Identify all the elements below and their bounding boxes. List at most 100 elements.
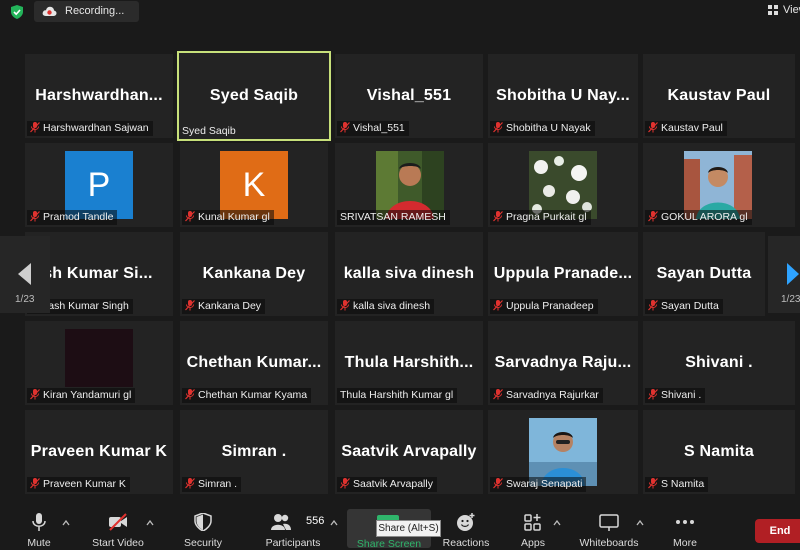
participant-name: Pragna Purkait gl xyxy=(506,211,587,223)
participant-name-label: Chethan Kumar Kyama xyxy=(182,388,312,403)
participant-name-label: Syed Saqib xyxy=(179,124,240,139)
participant-display-name: Uppula Pranade... xyxy=(493,265,633,282)
participant-tile[interactable]: Thula Harshith... Thula Harshith Kumar g… xyxy=(335,321,483,405)
participants-options-caret-icon[interactable] xyxy=(330,520,338,526)
participant-name-label: kalla siva dinesh xyxy=(337,299,435,314)
participant-tile[interactable]: K Kunal Kumar gl xyxy=(180,143,328,227)
participant-name: Saatvik Arvapally xyxy=(353,478,433,490)
avatar: P xyxy=(65,151,133,219)
participants-icon xyxy=(271,514,291,530)
profile-photo xyxy=(529,151,597,219)
end-meeting-button[interactable]: End xyxy=(755,519,800,543)
mic-muted-icon xyxy=(185,300,195,311)
security-shield-icon xyxy=(194,513,212,531)
mic-muted-icon xyxy=(648,478,658,489)
mic-muted-icon xyxy=(185,478,195,489)
participant-name: SRIVATSAN RAMESH xyxy=(340,211,446,223)
mute-options-caret-icon[interactable] xyxy=(62,520,70,526)
apps-label: Apps xyxy=(521,537,545,549)
participant-name-label: Kunal Kumar gl xyxy=(182,210,274,225)
participant-gallery: Harshwardhan... Harshwardhan Sajwan Syed… xyxy=(0,0,800,500)
participant-display-name: Shobitha U Nay... xyxy=(496,87,630,104)
security-button[interactable]: Security xyxy=(180,504,226,549)
participant-name-label: Shivani . xyxy=(645,388,706,403)
page-indicator-right: 1/23 xyxy=(781,294,800,305)
participant-tile[interactable]: Praveen Kumar K Praveen Kumar K xyxy=(25,410,173,494)
mute-button[interactable]: Mute xyxy=(18,504,60,549)
participant-tile[interactable]: Sayan Dutta Sayan Dutta xyxy=(643,232,765,316)
participant-tile[interactable]: Uppula Pranade... Uppula Pranadeep xyxy=(488,232,638,316)
mute-label: Mute xyxy=(27,537,51,549)
apps-options-caret-icon[interactable] xyxy=(553,520,561,526)
participant-display-name: Shivani . xyxy=(685,354,753,371)
mic-muted-icon xyxy=(493,389,503,400)
participant-tile[interactable]: Shobitha U Nay... Shobitha U Nayak xyxy=(488,54,638,138)
apps-icon xyxy=(524,514,541,531)
participant-tile[interactable]: Swaraj Senapati xyxy=(488,410,638,494)
apps-button[interactable]: Apps xyxy=(515,504,551,549)
participant-display-name: Saatvik Arvapally xyxy=(341,443,477,460)
participant-display-name: Simran . xyxy=(221,443,287,460)
mic-muted-icon xyxy=(185,211,195,222)
more-button[interactable]: More xyxy=(667,504,703,549)
mic-muted-icon xyxy=(30,389,40,400)
mic-muted-icon xyxy=(648,122,658,133)
more-dots-icon xyxy=(676,520,694,524)
participant-tile[interactable]: Shivani . Shivani . xyxy=(643,321,795,405)
video-camera-off-icon xyxy=(109,513,127,531)
participant-tile[interactable]: Kiran Yandamuri gl xyxy=(25,321,173,405)
participant-name-label: Shobitha U Nayak xyxy=(490,121,595,136)
video-options-caret-icon[interactable] xyxy=(146,520,154,526)
mic-muted-icon xyxy=(493,300,503,311)
participant-display-name: Sayan Dutta xyxy=(656,265,752,282)
participant-tile[interactable]: Vishal_551 Vishal_551 xyxy=(335,54,483,138)
participant-name-label: Pragna Purkait gl xyxy=(490,210,591,225)
profile-photo xyxy=(376,151,444,219)
participant-tile[interactable]: Sarvadnya Raju... Sarvadnya Rajurkar xyxy=(488,321,638,405)
participant-tile[interactable]: Kankana Dey Kankana Dey xyxy=(180,232,328,316)
whiteboards-button[interactable]: Whiteboards xyxy=(576,504,642,549)
participant-name-label: Kaustav Paul xyxy=(645,121,727,136)
participant-name: Shivani . xyxy=(661,389,702,401)
mic-muted-icon xyxy=(493,478,503,489)
mic-muted-icon xyxy=(340,122,350,133)
participant-name: Pramod Tandle xyxy=(43,211,114,223)
mic-muted-icon xyxy=(648,211,658,222)
participant-name-label: Saatvik Arvapally xyxy=(337,477,437,492)
avatar: K xyxy=(220,151,288,219)
participant-display-name: S Namita xyxy=(683,443,755,460)
start-video-button[interactable]: Start Video xyxy=(90,504,146,549)
participant-name: Harshwardhan Sajwan xyxy=(43,122,149,134)
participant-tile[interactable]: Simran . Simran . xyxy=(180,410,328,494)
participant-display-name: Syed Saqib xyxy=(209,87,299,104)
chevron-left-icon xyxy=(18,263,31,285)
participant-name: Uppula Pranadeep xyxy=(506,300,594,312)
participant-tile[interactable]: Chethan Kumar... Chethan Kumar Kyama xyxy=(180,321,328,405)
participant-name: GOKUL ARORA gl xyxy=(661,211,748,223)
video-off-dark-thumbnail xyxy=(65,329,133,387)
participant-tile[interactable]: GOKUL ARORA gl xyxy=(643,143,795,227)
participant-tile[interactable]: Pragna Purkait gl xyxy=(488,143,638,227)
participant-tile[interactable]: SRIVATSAN RAMESH xyxy=(335,143,483,227)
participant-name-label: Pramod Tandle xyxy=(27,210,118,225)
participant-tile[interactable]: Saatvik Arvapally Saatvik Arvapally xyxy=(335,410,483,494)
participant-tile[interactable]: S Namita S Namita xyxy=(643,410,795,494)
reactions-label: Reactions xyxy=(442,537,490,549)
participant-tile[interactable]: Kaustav Paul Kaustav Paul xyxy=(643,54,795,138)
participant-display-name: Kaustav Paul xyxy=(667,87,771,104)
participant-name-label: S Namita xyxy=(645,477,709,492)
participant-name-label: Harshwardhan Sajwan xyxy=(27,121,153,136)
participant-tile[interactable]: kalla siva dinesh kalla siva dinesh xyxy=(335,232,483,316)
reactions-button[interactable]: Reactions xyxy=(440,504,492,549)
participant-name-label: Kankana Dey xyxy=(182,299,266,314)
whiteboards-options-caret-icon[interactable] xyxy=(636,520,644,526)
participant-name: Sarvadnya Rajurkar xyxy=(506,389,599,401)
participant-name-label: Sayan Dutta xyxy=(645,299,723,314)
participant-display-name: Chethan Kumar... xyxy=(186,354,322,371)
participant-tile[interactable]: P Pramod Tandle xyxy=(25,143,173,227)
profile-photo xyxy=(529,418,597,486)
participant-name-label: Praveen Kumar K xyxy=(27,477,130,492)
mic-muted-icon xyxy=(30,211,40,222)
participant-tile-active-speaker[interactable]: Syed Saqib Syed Saqib xyxy=(177,51,331,141)
participant-tile[interactable]: Harshwardhan... Harshwardhan Sajwan xyxy=(25,54,173,138)
